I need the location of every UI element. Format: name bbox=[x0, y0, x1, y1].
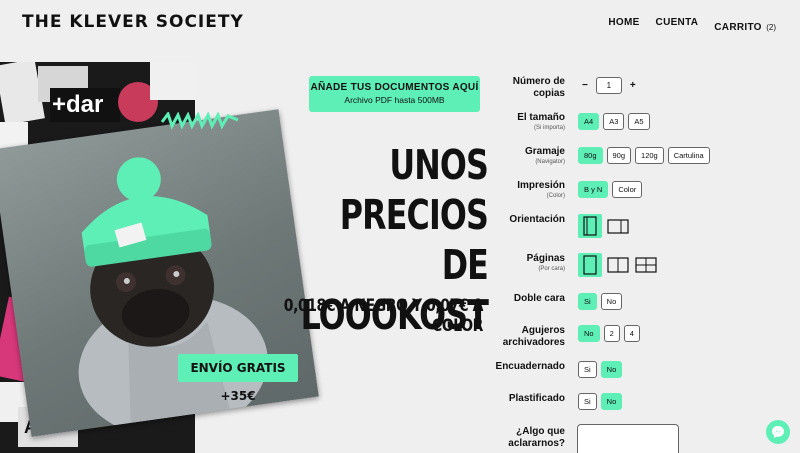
one-page-icon[interactable] bbox=[578, 253, 602, 277]
holes-label: Agujeros archivadores bbox=[502, 325, 565, 348]
weight-label: Gramaje (Navigator) bbox=[490, 146, 565, 165]
laminated-options: Si No bbox=[578, 393, 623, 410]
nav-cart-label: CARRITO bbox=[714, 22, 762, 33]
laminated-option-yes[interactable]: Si bbox=[578, 393, 597, 410]
print-row: Impresión (Color) B y N Color bbox=[490, 180, 790, 206]
quantity-input[interactable]: 1 bbox=[595, 77, 622, 94]
print-label-sub: (Color) bbox=[546, 193, 565, 199]
sticker-text: +dar bbox=[50, 88, 120, 122]
size-options: A4 A3 A5 bbox=[578, 113, 650, 130]
copies-row: Número de copias − 1 + bbox=[490, 76, 790, 102]
laminated-option-no[interactable]: No bbox=[600, 393, 623, 410]
notes-label: ¿Algo que aclararnos? bbox=[508, 426, 565, 449]
weight-label-main: Gramaje bbox=[524, 146, 565, 157]
messenger-icon[interactable] bbox=[766, 420, 790, 444]
orientation-label: Orientación bbox=[509, 214, 565, 225]
binding-option-yes[interactable]: Si bbox=[578, 361, 597, 378]
print-label-main: Impresión bbox=[517, 180, 565, 191]
copies-label: Número de copias bbox=[512, 76, 565, 99]
pages-label-main: Páginas bbox=[526, 253, 565, 264]
upload-subtitle: Archivo PDF hasta 500MB bbox=[344, 95, 445, 105]
duplex-label: Doble cara bbox=[513, 293, 565, 304]
binding-option-no[interactable]: No bbox=[600, 361, 623, 378]
weight-options: 80g 90g 120g Cartulina bbox=[578, 147, 710, 164]
duplex-row: Doble cara Si No bbox=[490, 293, 790, 319]
squiggle-decoration bbox=[160, 112, 239, 130]
notes-textarea[interactable] bbox=[577, 424, 679, 453]
size-option-a3[interactable]: A3 bbox=[603, 113, 625, 130]
pages-label-sub: (Por cara) bbox=[538, 266, 565, 272]
decrement-button[interactable]: − bbox=[578, 80, 592, 91]
chat-bubble-icon bbox=[772, 426, 784, 438]
sticker bbox=[150, 62, 195, 100]
site-logo[interactable]: THE KLEVER SOCIETY bbox=[22, 12, 244, 32]
upload-title: AÑADE TUS DOCUMENTOS AQUÍ bbox=[310, 82, 479, 93]
duplex-options: Si No bbox=[578, 293, 623, 310]
holes-option-no[interactable]: No bbox=[578, 325, 600, 342]
landscape-icon[interactable] bbox=[606, 214, 630, 238]
weight-label-sub: (Navigator) bbox=[535, 159, 565, 165]
print-option-color[interactable]: Color bbox=[612, 181, 643, 198]
four-pages-icon[interactable] bbox=[634, 253, 658, 277]
two-pages-icon[interactable] bbox=[606, 253, 630, 277]
cart-count-badge: (2) bbox=[766, 23, 776, 32]
duplex-option-no[interactable]: No bbox=[600, 293, 623, 310]
hero-line-1: UNOS PRECIOS bbox=[339, 141, 489, 239]
holes-row: Agujeros archivadores No 2 4 bbox=[490, 325, 790, 351]
size-label-main: El tamaño bbox=[517, 112, 565, 123]
weight-option-cartulina[interactable]: Cartulina bbox=[667, 147, 710, 164]
laminated-label: Plastificado bbox=[508, 393, 565, 404]
weight-option-80g[interactable]: 80g bbox=[578, 147, 603, 164]
pages-label: Páginas (Por cara) bbox=[490, 253, 565, 272]
nav-home[interactable]: HOME bbox=[608, 17, 639, 35]
free-shipping-badge: ENVÍO GRATIS +35€ bbox=[178, 354, 298, 403]
binding-options: Si No bbox=[578, 361, 623, 378]
print-option-bw[interactable]: B y N bbox=[578, 181, 609, 198]
upload-documents-button[interactable]: AÑADE TUS DOCUMENTOS AQUÍ Archivo PDF ha… bbox=[309, 76, 480, 112]
site-header: THE KLEVER SOCIETY HOME CUENTA CARRITO (… bbox=[0, 0, 800, 50]
weight-row: Gramaje (Navigator) 80g 90g 120g Cartuli… bbox=[490, 146, 790, 172]
price-line: 0,018€ A NEGRO Y 0,07€ A COLOR bbox=[283, 296, 484, 336]
size-option-a5[interactable]: A5 bbox=[628, 113, 650, 130]
portrait-icon[interactable] bbox=[578, 214, 602, 238]
binding-row: Encuadernado Si No bbox=[490, 361, 790, 383]
size-row: El tamaño (Si importa) A4 A3 A5 bbox=[490, 112, 790, 138]
binding-label: Encuadernado bbox=[495, 361, 565, 372]
holes-option-4[interactable]: 4 bbox=[623, 325, 640, 342]
quantity-stepper: − 1 + bbox=[578, 77, 640, 94]
holes-options: No 2 4 bbox=[578, 325, 640, 342]
main-nav: HOME CUENTA CARRITO (2) bbox=[608, 17, 776, 35]
increment-button[interactable]: + bbox=[626, 80, 640, 91]
pages-options bbox=[578, 253, 658, 277]
pages-row: Páginas (Por cara) bbox=[490, 253, 790, 281]
laminated-row: Plastificado Si No bbox=[490, 393, 790, 415]
size-label-sub: (Si importa) bbox=[533, 125, 565, 131]
nav-cart[interactable]: CARRITO (2) bbox=[714, 17, 776, 35]
orientation-options bbox=[578, 214, 630, 238]
orientation-row: Orientación bbox=[490, 214, 790, 242]
weight-option-90g[interactable]: 90g bbox=[606, 147, 632, 164]
duplex-option-yes[interactable]: Si bbox=[578, 293, 597, 310]
holes-option-2[interactable]: 2 bbox=[603, 325, 620, 342]
size-option-a4[interactable]: A4 bbox=[578, 113, 600, 130]
size-label: El tamaño (Si importa) bbox=[490, 112, 565, 131]
print-label: Impresión (Color) bbox=[490, 180, 565, 199]
weight-option-120g[interactable]: 120g bbox=[635, 147, 664, 164]
nav-account[interactable]: CUENTA bbox=[656, 17, 699, 35]
print-options: B y N Color bbox=[578, 181, 643, 198]
